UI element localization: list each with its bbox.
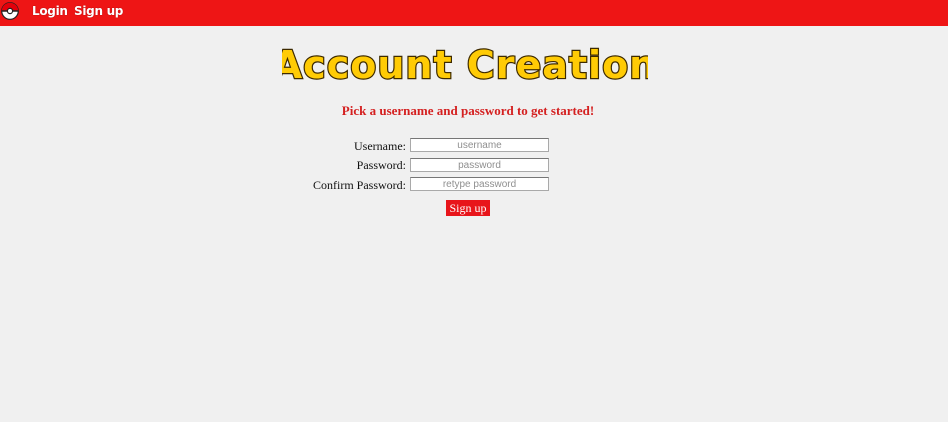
- top-nav-bar: Login Sign up: [0, 0, 948, 26]
- page-title-text: Account Creation: [282, 43, 648, 87]
- password-label: Password:: [356, 158, 406, 172]
- confirm-password-input[interactable]: [410, 177, 549, 191]
- page-title: Account Creation: [282, 42, 648, 88]
- nav-login-link[interactable]: Login: [32, 4, 68, 18]
- signup-submit-button[interactable]: Sign up: [446, 200, 490, 216]
- page-subtitle: Pick a username and password to get star…: [341, 103, 595, 118]
- nav-signup-link[interactable]: Sign up: [74, 4, 123, 18]
- password-input[interactable]: [410, 158, 549, 172]
- confirm-password-label: Confirm Password:: [313, 178, 406, 192]
- pokeball-icon[interactable]: [1, 2, 19, 20]
- username-label: Username:: [354, 139, 406, 153]
- username-input[interactable]: [410, 138, 549, 152]
